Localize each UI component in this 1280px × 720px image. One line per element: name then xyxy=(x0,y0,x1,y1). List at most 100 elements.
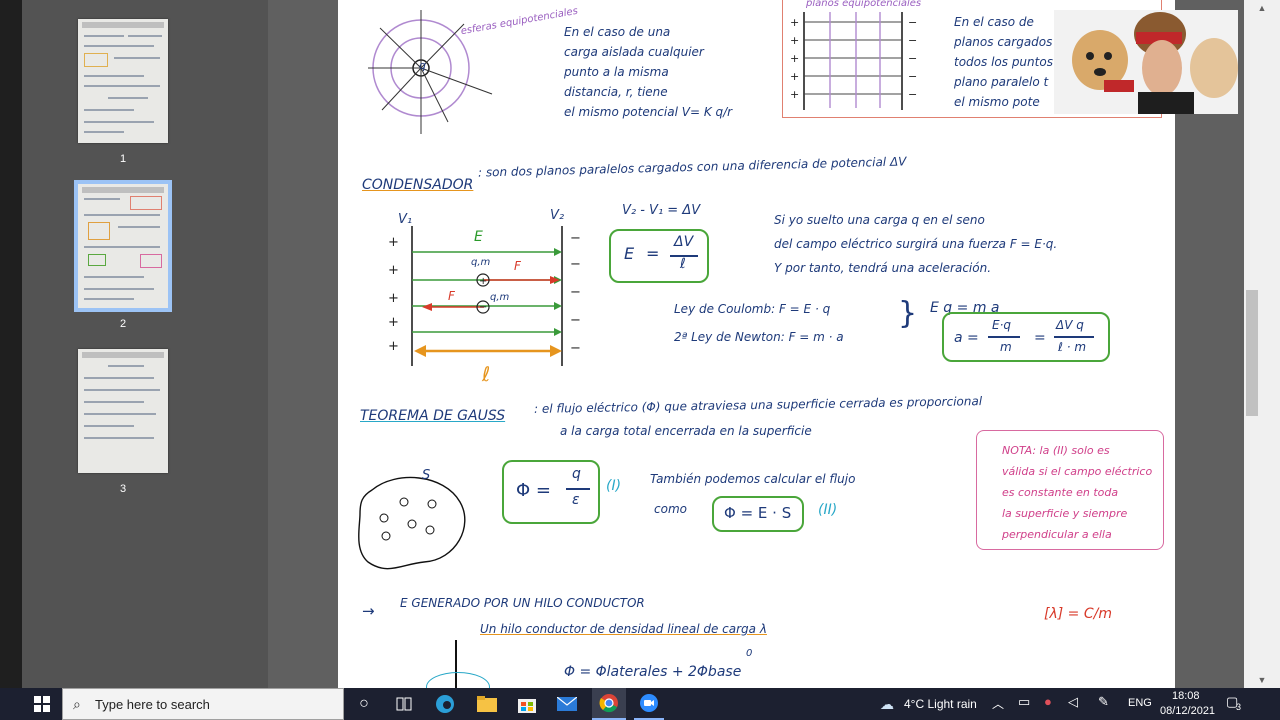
page-thumbnail-3[interactable] xyxy=(78,349,168,473)
svg-text:−: − xyxy=(570,313,581,328)
hilo-zero: 0 xyxy=(746,648,753,659)
page-thumbnail-1[interactable] xyxy=(78,19,168,143)
hilo-subtitle: Un hilo conductor de densidad lineal de … xyxy=(480,622,767,636)
acceleration-bar-1 xyxy=(988,336,1020,338)
flux-es-formula: Φ = E · S xyxy=(724,504,792,522)
note-text: NOTA: la (II) solo es válida si el campo… xyxy=(1002,444,1153,541)
clock-date[interactable]: 08/12/2021 xyxy=(1160,705,1215,717)
file-explorer-icon[interactable] xyxy=(474,688,500,720)
brace: } xyxy=(898,296,918,331)
svg-text:+: + xyxy=(388,339,399,354)
svg-text:+: + xyxy=(388,263,399,278)
page-number-2: 2 xyxy=(119,318,127,330)
mail-icon[interactable] xyxy=(554,688,580,720)
svg-text:−: − xyxy=(570,231,581,246)
potential-v2: V₂ xyxy=(550,208,565,223)
pen-icon[interactable]: ✎ xyxy=(1098,694,1109,710)
svg-text:+: + xyxy=(388,315,399,330)
svg-text:+: + xyxy=(479,276,487,287)
field-formula-e: E xyxy=(624,244,635,263)
svg-text:−: − xyxy=(479,302,487,313)
gauss-title: TEOREMA DE GAUSS xyxy=(360,408,506,424)
scroll-down-arrow[interactable]: ▼ xyxy=(1244,672,1280,688)
svg-text:+: + xyxy=(790,88,799,101)
acceleration-equals: = xyxy=(1034,330,1046,346)
svg-text:+: + xyxy=(388,235,399,250)
gauss-numerator: q xyxy=(572,466,581,482)
field-label: E xyxy=(474,229,483,245)
gauss-also-2: como xyxy=(654,502,687,516)
wire-cylinder xyxy=(426,672,490,688)
acceleration-a: a = xyxy=(954,330,979,346)
search-placeholder: Type here to search xyxy=(95,697,210,712)
svg-text:−: − xyxy=(908,88,917,101)
svg-text:−: − xyxy=(570,257,581,272)
page-number-1: 1 xyxy=(119,153,127,165)
field-formula-denominator: ℓ xyxy=(680,256,686,272)
equation-ref-2: (II) xyxy=(818,502,838,518)
chrome-icon[interactable] xyxy=(592,688,626,720)
taskbar-search-box[interactable]: ⌕ Type here to search xyxy=(62,688,344,720)
potential-difference: V₂ - V₁ = ΔV xyxy=(622,203,701,218)
field-formula-equals: = xyxy=(646,244,660,263)
tray-chevron-icon[interactable]: ︿ xyxy=(992,695,1004,712)
search-icon: ⌕ xyxy=(73,696,81,712)
hilo-arrow: → xyxy=(362,602,375,620)
svg-text:−: − xyxy=(570,285,581,300)
hilo-title: E GENERADO POR UN HILO CONDUCTOR xyxy=(400,596,645,610)
task-view-icon[interactable] xyxy=(392,688,416,720)
zoom-icon[interactable] xyxy=(634,688,664,720)
sphere-charge-label: q xyxy=(419,59,426,72)
equation-ref-1: (I) xyxy=(606,478,622,494)
condensador-title: CONDENSADOR xyxy=(362,177,474,193)
weather-text[interactable]: 4°C Light rain xyxy=(904,697,977,711)
gaussian-surface-diagram xyxy=(358,476,466,570)
length-label: ℓ xyxy=(482,362,491,386)
charge-mass-label-2: q,m xyxy=(490,292,510,303)
equipotential-planes-diagram: + + + + + − − − − − xyxy=(790,12,917,110)
surface-label: S xyxy=(422,468,431,483)
gauss-phi: Φ = xyxy=(516,480,551,501)
windows-start-icon[interactable] xyxy=(30,688,54,720)
charge-mass-label-1: q,m xyxy=(471,257,491,268)
svg-text:−: − xyxy=(908,34,917,47)
microsoft-store-icon[interactable] xyxy=(514,688,540,720)
svg-text:−: − xyxy=(570,341,581,356)
gauss-denominator: ε xyxy=(572,492,580,508)
clock-time[interactable]: 18:08 xyxy=(1172,690,1200,702)
page-number-3: 3 xyxy=(119,483,127,495)
svg-text:+: + xyxy=(388,291,399,306)
window-left-edge xyxy=(0,0,22,688)
edge-icon[interactable] xyxy=(432,688,458,720)
lambda-units: [λ] = C/m xyxy=(1044,606,1112,622)
equipotential-sphere-diagram xyxy=(368,10,493,134)
vertical-scrollbar[interactable]: ▲ ▼ xyxy=(1244,0,1280,688)
svg-text:−: − xyxy=(908,16,917,29)
svg-text:+: + xyxy=(790,52,799,65)
acceleration-numerator-1: E·q xyxy=(992,318,1012,332)
cortana-icon[interactable]: ○ xyxy=(352,688,376,720)
security-icon[interactable]: ● xyxy=(1044,694,1052,709)
condensador-definition: : son dos planos paralelos cargados con … xyxy=(477,154,907,180)
svg-text:−: − xyxy=(908,52,917,65)
gauss-also-1: También podemos calcular el flujo xyxy=(650,472,856,486)
svg-text:+: + xyxy=(790,16,799,29)
gauss-definition-1: : el flujo eléctrico (Φ) que atraviesa u… xyxy=(533,394,983,416)
acceleration-bar-2 xyxy=(1054,336,1094,338)
svg-text:+: + xyxy=(790,34,799,47)
page-thumbnail-2[interactable] xyxy=(74,180,172,312)
network-icon[interactable]: ▭ xyxy=(1018,694,1030,710)
scroll-up-arrow[interactable]: ▲ xyxy=(1244,0,1280,16)
acceleration-denominator-2: ℓ · m xyxy=(1058,340,1087,354)
scrollbar-thumb[interactable] xyxy=(1246,290,1258,416)
weather-icon[interactable]: ☁ xyxy=(876,688,898,720)
volume-icon[interactable]: ◁ xyxy=(1068,694,1078,710)
sphere-text: En el caso de una carga aislada cualquie… xyxy=(564,25,733,119)
force-label-left: F xyxy=(448,289,455,303)
force-label-right: F xyxy=(514,259,521,273)
potential-v1: V₁ xyxy=(398,212,413,227)
coulomb-law: Ley de Coulomb: F = E · q xyxy=(674,302,831,316)
document-page: esferas equipotenciales q En el caso de … xyxy=(338,0,1175,688)
capacitor-diagram: + − + + + + + − − − − − xyxy=(388,226,581,366)
language-indicator[interactable]: ENG xyxy=(1128,697,1152,709)
